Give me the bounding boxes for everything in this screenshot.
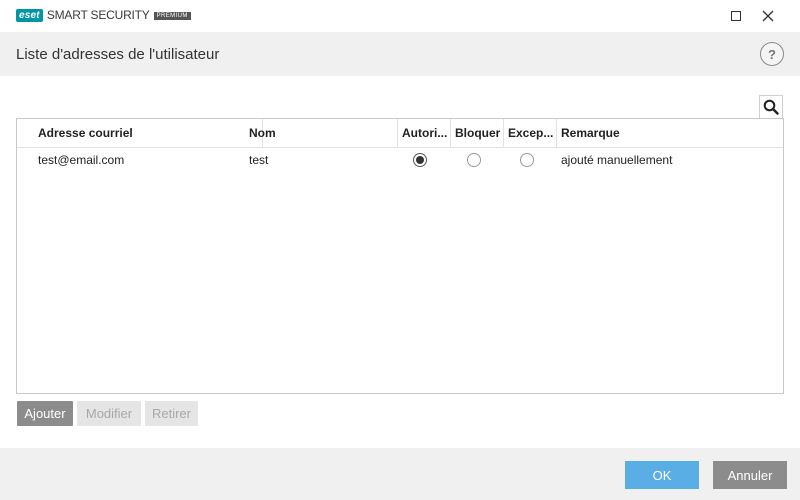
dialog-footer: OK Annuler [0, 448, 800, 500]
edition-badge: PREMIUM [153, 12, 191, 20]
close-icon [762, 10, 774, 22]
help-button[interactable]: ? [760, 42, 784, 66]
close-button[interactable] [752, 0, 784, 32]
maximize-icon [731, 11, 741, 21]
edit-button[interactable]: Modifier [77, 401, 141, 426]
ok-button[interactable]: OK [625, 461, 699, 489]
column-header-note[interactable]: Remarque [557, 119, 783, 148]
help-icon: ? [768, 46, 776, 62]
search-button[interactable] [759, 95, 783, 119]
app-logo: eset SMART SECURITY PREMIUM [16, 9, 191, 22]
cell-note: ajouté manuellement [561, 153, 673, 167]
exception-radio[interactable] [520, 153, 534, 167]
remove-button[interactable]: Retirer [145, 401, 198, 426]
column-header-exception[interactable]: Excep... [504, 119, 557, 148]
cell-address: test@email.com [38, 153, 125, 167]
product-name: SMART SECURITY [46, 8, 150, 22]
search-icon [763, 99, 779, 115]
column-header-block[interactable]: Bloquer [451, 119, 504, 148]
maximize-button[interactable] [720, 0, 752, 32]
allow-radio[interactable] [413, 153, 427, 167]
cancel-button[interactable]: Annuler [713, 461, 787, 489]
column-header-address[interactable]: Adresse courriel [34, 119, 263, 148]
title-bar: eset SMART SECURITY PREMIUM [0, 0, 800, 32]
column-header-name[interactable]: Nom [245, 119, 398, 148]
block-radio[interactable] [467, 153, 481, 167]
address-table[interactable]: Adresse courriel Nom Autori... Bloquer E… [16, 118, 784, 394]
cell-name: test [249, 153, 269, 167]
page-title: Liste d'adresses de l'utilisateur [16, 46, 220, 63]
add-button[interactable]: Ajouter [17, 401, 73, 426]
column-header-allow[interactable]: Autori... [398, 119, 451, 148]
brand-badge: eset [16, 9, 43, 22]
page-header: Liste d'adresses de l'utilisateur ? [0, 32, 800, 76]
table-row[interactable]: test@email.com test ajouté manuellement [17, 149, 783, 171]
table-header: Adresse courriel Nom Autori... Bloquer E… [17, 119, 783, 148]
